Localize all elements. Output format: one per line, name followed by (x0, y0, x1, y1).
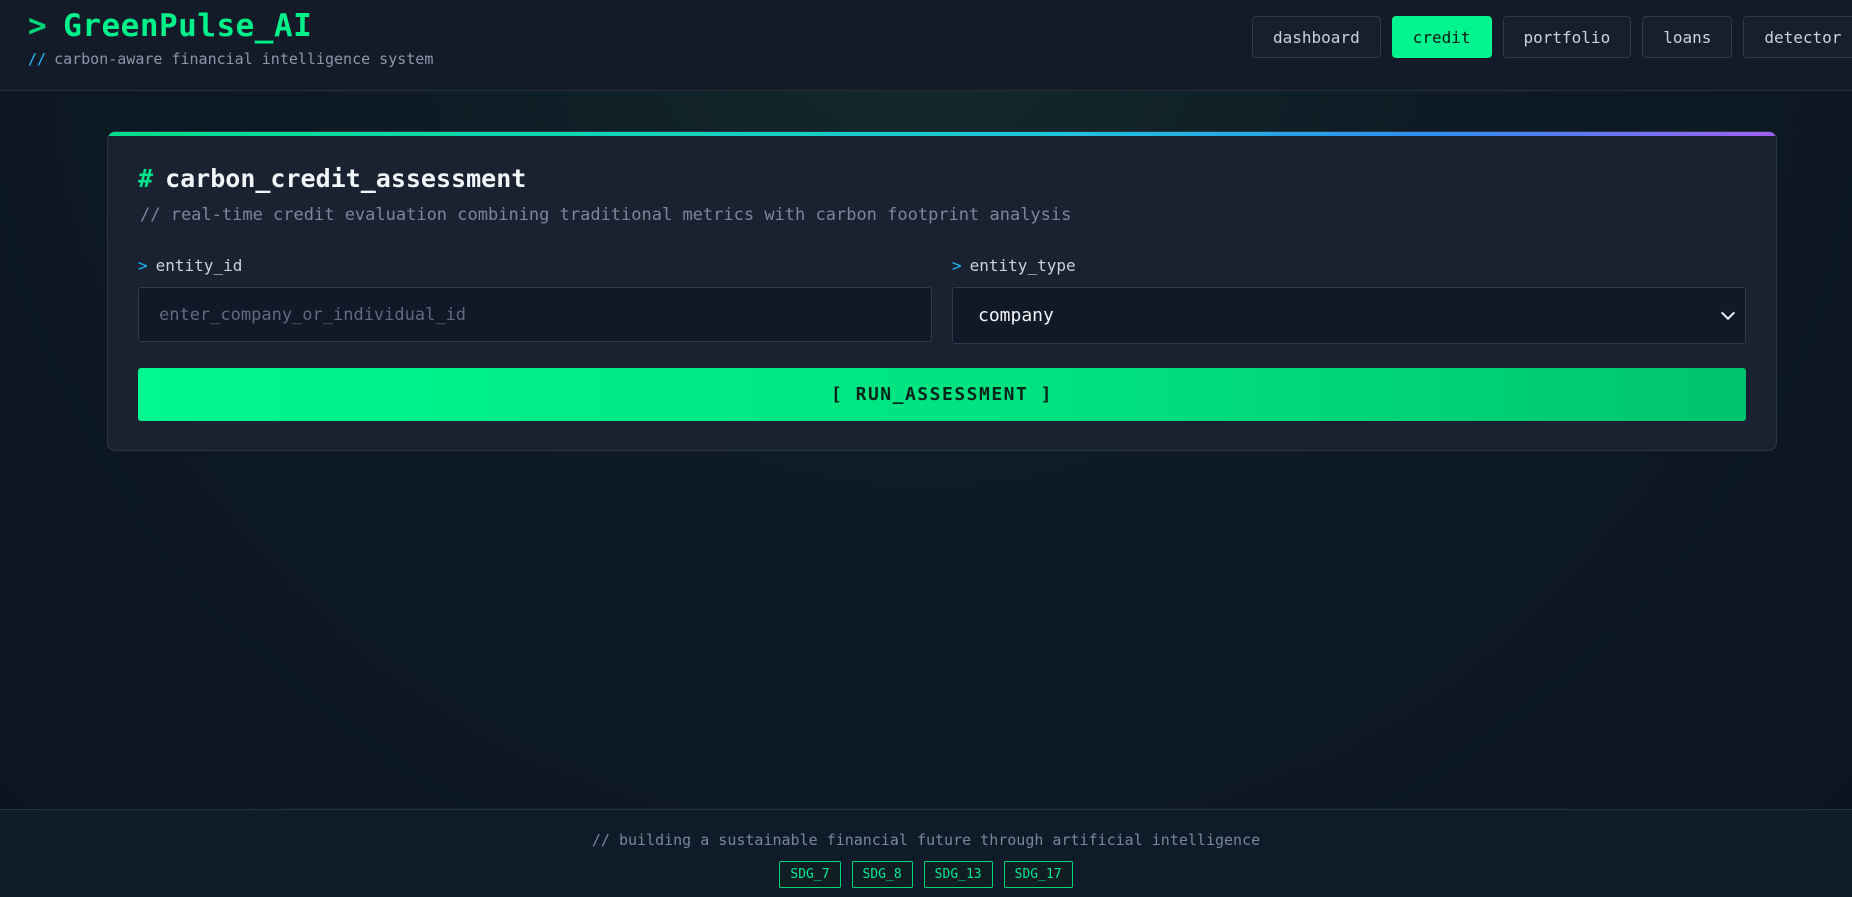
nav-credit[interactable]: credit (1391, 16, 1492, 58)
nav-dashboard[interactable]: dashboard (1252, 16, 1381, 58)
sdg-badge: SDG_17 (1003, 861, 1073, 888)
nav-portfolio[interactable]: portfolio (1502, 16, 1632, 58)
sdg-badges: SDG_7 SDG_8 SDG_13 SDG_17 (0, 861, 1852, 888)
app-footer: // building a sustainable financial futu… (0, 809, 1852, 897)
footer-tagline: // building a sustainable financial futu… (591, 831, 1261, 849)
app-subtitle: // carbon-aware financial intelligence sy… (28, 50, 433, 68)
sdg-badge: SDG_13 (923, 861, 993, 888)
entity-type-label-text: entity_type (969, 256, 1076, 275)
hash-glyph: # (138, 164, 154, 193)
nav-loans[interactable]: loans (1642, 16, 1733, 58)
sdg-badge: SDG_7 (779, 861, 841, 888)
chevron-down-icon (1720, 305, 1736, 321)
main-nav: dashboard credit portfolio loans detecto… (1252, 16, 1852, 58)
card-title-text: carbon_credit_assessment (165, 164, 527, 193)
app-header: > GreenPulse_AI // carbon-aware financial… (0, 0, 1852, 91)
brand-title-row: > GreenPulse_AI (28, 8, 433, 44)
card-accent-bar (108, 132, 1776, 136)
card-title: # carbon_credit_assessment (138, 164, 526, 193)
entity-id-input[interactable] (138, 287, 932, 342)
label-prompt-glyph: > (138, 256, 148, 275)
run-assessment-button[interactable]: [ RUN_ASSESSMENT ] (138, 368, 1746, 421)
app-title[interactable]: GreenPulse_AI (63, 8, 312, 44)
entity-type-label: > entity_type (952, 256, 1076, 275)
entity-id-label: > entity_id (138, 256, 242, 275)
brand: > GreenPulse_AI // carbon-aware financial… (28, 8, 433, 68)
comment-prefix: // (28, 50, 47, 68)
label-prompt-glyph: > (952, 256, 962, 275)
assessment-card: # carbon_credit_assessment // real-time c… (107, 131, 1777, 451)
nav-detector[interactable]: detector (1743, 16, 1852, 58)
entity-type-selected: company (978, 305, 1054, 326)
app-subtitle-text: carbon-aware financial intelligence syst… (54, 50, 434, 68)
sdg-badge: SDG_8 (851, 861, 913, 888)
entity-id-label-text: entity_id (155, 256, 243, 275)
prompt-glyph: > (28, 8, 48, 44)
entity-type-select[interactable]: company (952, 287, 1746, 344)
card-description: // real-time credit evaluation combining… (140, 205, 1072, 225)
